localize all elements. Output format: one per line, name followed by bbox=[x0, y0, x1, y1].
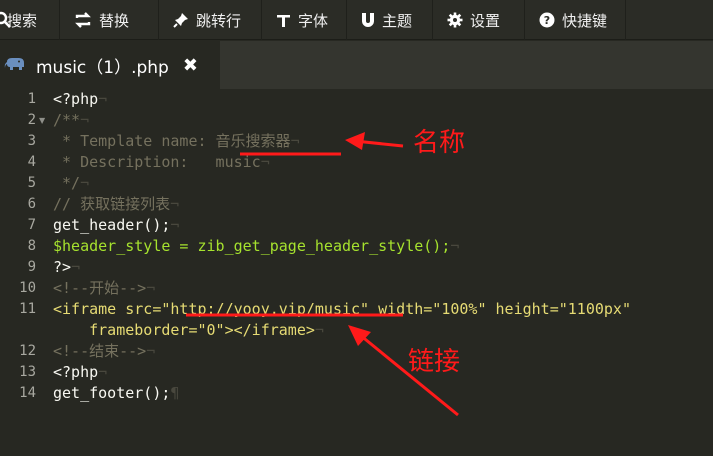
settings-button[interactable]: 设置 bbox=[433, 0, 525, 40]
code-line: get_footer();¶ bbox=[53, 384, 180, 402]
line-number: 8 bbox=[27, 238, 36, 254]
code-line: <!--开始-->¬ bbox=[53, 279, 156, 297]
tab-bar: music（1）.php ✖ bbox=[0, 41, 713, 89]
line-number: 14 bbox=[19, 385, 36, 401]
php-elephant-icon bbox=[4, 57, 26, 73]
font-label: 字体 bbox=[298, 11, 329, 30]
line-number: 5 bbox=[27, 175, 36, 191]
line-number: 9 bbox=[27, 259, 36, 275]
close-icon[interactable]: ✖ bbox=[183, 55, 198, 76]
annotation-name-label: 名称 bbox=[413, 128, 466, 158]
code-line: */¬ bbox=[53, 174, 90, 192]
search-glyph bbox=[0, 11, 11, 28]
line-number: 11 bbox=[19, 301, 36, 317]
line-number: 6 bbox=[27, 196, 36, 212]
pin-icon bbox=[173, 12, 189, 28]
code-line: * Description: music¬ bbox=[53, 153, 270, 171]
theme-label: 主题 bbox=[382, 11, 413, 30]
replace-label: 替换 bbox=[99, 11, 130, 30]
settings-label: 设置 bbox=[470, 11, 501, 30]
tab-music-php[interactable]: music（1）.php ✖ bbox=[0, 41, 220, 89]
font-button[interactable]: 字体 bbox=[262, 0, 347, 40]
line-number: 3 bbox=[27, 133, 36, 149]
line-number: 10 bbox=[19, 280, 36, 296]
line-number: 4 bbox=[27, 154, 36, 170]
line-number: 13 bbox=[19, 364, 36, 380]
replace-icon bbox=[74, 12, 92, 28]
code-line: <?php¬ bbox=[53, 363, 108, 381]
shortcuts-button[interactable]: ? 快捷键 bbox=[525, 0, 626, 40]
annotation-link-label: 链接 bbox=[408, 347, 461, 377]
toolbar: 搜索 替换 跳转行 字体 主题 设置 ? 快捷键 bbox=[0, 0, 713, 40]
replace-button[interactable]: 替换 bbox=[60, 0, 159, 40]
line-number: 7 bbox=[27, 217, 36, 233]
code-line: <?php¬ bbox=[53, 90, 108, 108]
code-line: <!--结束-->¬ bbox=[53, 342, 156, 360]
magnet-icon bbox=[361, 12, 375, 28]
code-line: get_header();¬ bbox=[53, 216, 180, 234]
code-editor[interactable]: 1 2 3 4 5 6 7 8 9 10 11 12 13 14 ▼ <?php… bbox=[0, 89, 713, 456]
code-line: $header_style = zib_get_page_header_styl… bbox=[53, 237, 460, 255]
theme-button[interactable]: 主题 bbox=[347, 0, 433, 40]
line-number: 1 bbox=[27, 91, 36, 107]
svg-text:?: ? bbox=[544, 14, 550, 27]
fold-arrow-icon[interactable]: ▼ bbox=[39, 110, 45, 131]
shortcuts-label: 快捷键 bbox=[562, 11, 608, 30]
help-icon: ? bbox=[539, 12, 555, 28]
goto-line-label: 跳转行 bbox=[196, 11, 242, 30]
code-line: // 获取链接列表¬ bbox=[53, 195, 180, 213]
tab-title: music（1）.php bbox=[36, 57, 169, 78]
line-number: 2 bbox=[27, 112, 36, 128]
goto-line-button[interactable]: 跳转行 bbox=[159, 0, 262, 40]
line-gutter: 1 2 3 4 5 6 7 8 9 10 11 12 13 14 ▼ bbox=[0, 89, 46, 456]
line-number: 12 bbox=[19, 343, 36, 359]
code-line: <iframe src="http://yooy.vip/music" widt… bbox=[53, 300, 631, 318]
gear-icon bbox=[447, 12, 463, 28]
code-line: /**¬ bbox=[53, 111, 90, 129]
code-line: ?>¬ bbox=[53, 258, 81, 276]
text-icon bbox=[276, 13, 291, 28]
code-line: * Template name: 音乐搜索器¬ bbox=[53, 132, 300, 150]
code-line: frameborder="0"></iframe>¬ bbox=[53, 321, 324, 339]
